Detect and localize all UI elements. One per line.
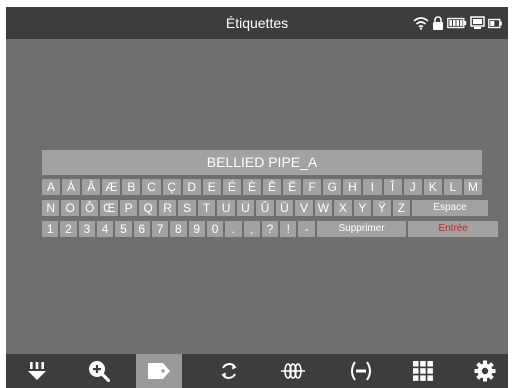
key-6-5[interactable]: 6 bbox=[133, 221, 150, 237]
key-s-7[interactable]: S bbox=[178, 200, 196, 216]
key-e-11[interactable]: Ê bbox=[263, 179, 282, 195]
key-o-1[interactable]: O bbox=[61, 200, 79, 216]
key-n-0[interactable]: N bbox=[42, 200, 60, 216]
key-d-7[interactable]: D bbox=[182, 179, 201, 195]
key-m-21[interactable]: M bbox=[463, 179, 482, 195]
key-f-13[interactable]: F bbox=[303, 179, 322, 195]
key-o-2[interactable]: Ô bbox=[80, 200, 99, 216]
key-c-5[interactable]: C bbox=[142, 179, 161, 195]
key-j-18[interactable]: J bbox=[403, 179, 422, 195]
key-e-10[interactable]: È bbox=[242, 179, 261, 195]
coil-icon bbox=[281, 363, 305, 379]
key-3-2[interactable]: 3 bbox=[78, 221, 95, 237]
key-question-12[interactable]: ? bbox=[261, 221, 279, 237]
on-screen-keyboard: BELLIED PIPE_A AÀÂÆBCÇDEÉÈÊËFGHIÎJKLM NO… bbox=[42, 150, 498, 237]
grid-icon bbox=[413, 361, 433, 381]
key-b-4[interactable]: B bbox=[122, 179, 141, 195]
key-1-0[interactable]: 1 bbox=[42, 221, 59, 237]
key-2-1[interactable]: 2 bbox=[60, 221, 77, 237]
key-period-10[interactable]: . bbox=[225, 221, 242, 237]
key-h-15[interactable]: H bbox=[343, 179, 362, 195]
key-espace[interactable]: Espace bbox=[412, 200, 488, 216]
key-4-3[interactable]: 4 bbox=[96, 221, 114, 237]
tab-light[interactable] bbox=[14, 354, 60, 388]
small-battery-icon bbox=[488, 18, 502, 28]
tab-zoom[interactable] bbox=[76, 354, 122, 388]
top-bar: Étiquettes bbox=[6, 7, 508, 39]
wifi-icon bbox=[413, 17, 429, 30]
key---3[interactable]: Œ bbox=[100, 200, 118, 216]
key-8-7[interactable]: 8 bbox=[170, 221, 187, 237]
key-w-14[interactable]: W bbox=[314, 200, 333, 216]
key-t-8[interactable]: T bbox=[197, 200, 216, 216]
tag-icon bbox=[148, 363, 170, 379]
key---3[interactable]: Æ bbox=[102, 179, 121, 195]
key-v-13[interactable]: V bbox=[295, 200, 313, 216]
key-y-17[interactable]: Ÿ bbox=[373, 200, 391, 216]
key-l-20[interactable]: L bbox=[443, 179, 462, 195]
key-7-6[interactable]: 7 bbox=[151, 221, 169, 237]
key-z-18[interactable]: Z bbox=[392, 200, 411, 216]
rotate-icon bbox=[221, 363, 237, 379]
device-screen: Étiquettes BELLIED PIPE_A A À Â Æ B C Ç … bbox=[0, 0, 512, 388]
key-i-17[interactable]: Î bbox=[383, 179, 402, 195]
key-0-9[interactable]: 0 bbox=[206, 221, 224, 237]
zoom-in-icon bbox=[89, 361, 110, 382]
battery-icon bbox=[447, 17, 467, 29]
key-g-14[interactable]: G bbox=[323, 179, 342, 195]
tab-signal[interactable] bbox=[338, 354, 384, 388]
key-a-1[interactable]: À bbox=[62, 179, 81, 195]
key-e-8[interactable]: E bbox=[202, 179, 221, 195]
light-icon bbox=[28, 362, 46, 380]
key-u-11[interactable]: Û bbox=[256, 200, 274, 216]
key-exclamation-13[interactable]: ! bbox=[280, 221, 297, 237]
text-input-display[interactable]: BELLIED PIPE_A bbox=[42, 150, 482, 175]
key-a-0[interactable]: A bbox=[42, 179, 61, 195]
key-comma-11[interactable]: , bbox=[243, 221, 260, 237]
key-c-6[interactable]: Ç bbox=[162, 179, 181, 195]
settings-icon bbox=[474, 360, 496, 382]
key-9-8[interactable]: 9 bbox=[188, 221, 205, 237]
tab-settings[interactable] bbox=[462, 354, 508, 388]
key-r-6[interactable]: R bbox=[158, 200, 177, 216]
key-e-12[interactable]: Ë bbox=[283, 179, 302, 195]
key-i-16[interactable]: I bbox=[363, 179, 382, 195]
key-u-12[interactable]: Ü bbox=[275, 200, 294, 216]
key-entree[interactable]: Entrée bbox=[408, 221, 498, 237]
key-k-19[interactable]: K bbox=[423, 179, 442, 195]
key-p-4[interactable]: P bbox=[119, 200, 138, 216]
key-5-4[interactable]: 5 bbox=[115, 221, 132, 237]
key-x-15[interactable]: X bbox=[334, 200, 352, 216]
tab-tags[interactable] bbox=[136, 354, 182, 388]
tab-grid[interactable] bbox=[400, 354, 446, 388]
key-dash-14[interactable]: - bbox=[298, 221, 315, 237]
status-icons bbox=[413, 15, 502, 31]
key-a-2[interactable]: Â bbox=[82, 179, 101, 195]
key-u-10[interactable]: Ù bbox=[236, 200, 255, 216]
bottom-toolbar bbox=[6, 354, 508, 388]
key-q-5[interactable]: Q bbox=[139, 200, 157, 216]
key-y-16[interactable]: Y bbox=[353, 200, 372, 216]
tab-rotate[interactable] bbox=[206, 354, 252, 388]
key-supprimer[interactable]: Supprimer bbox=[316, 221, 407, 237]
key-u-9[interactable]: U bbox=[217, 200, 235, 216]
key-e-9[interactable]: É bbox=[222, 179, 241, 195]
monitor-icon bbox=[470, 16, 485, 29]
signal-icon bbox=[351, 361, 371, 381]
tab-coil[interactable] bbox=[270, 354, 316, 388]
lock-icon bbox=[433, 15, 443, 30]
